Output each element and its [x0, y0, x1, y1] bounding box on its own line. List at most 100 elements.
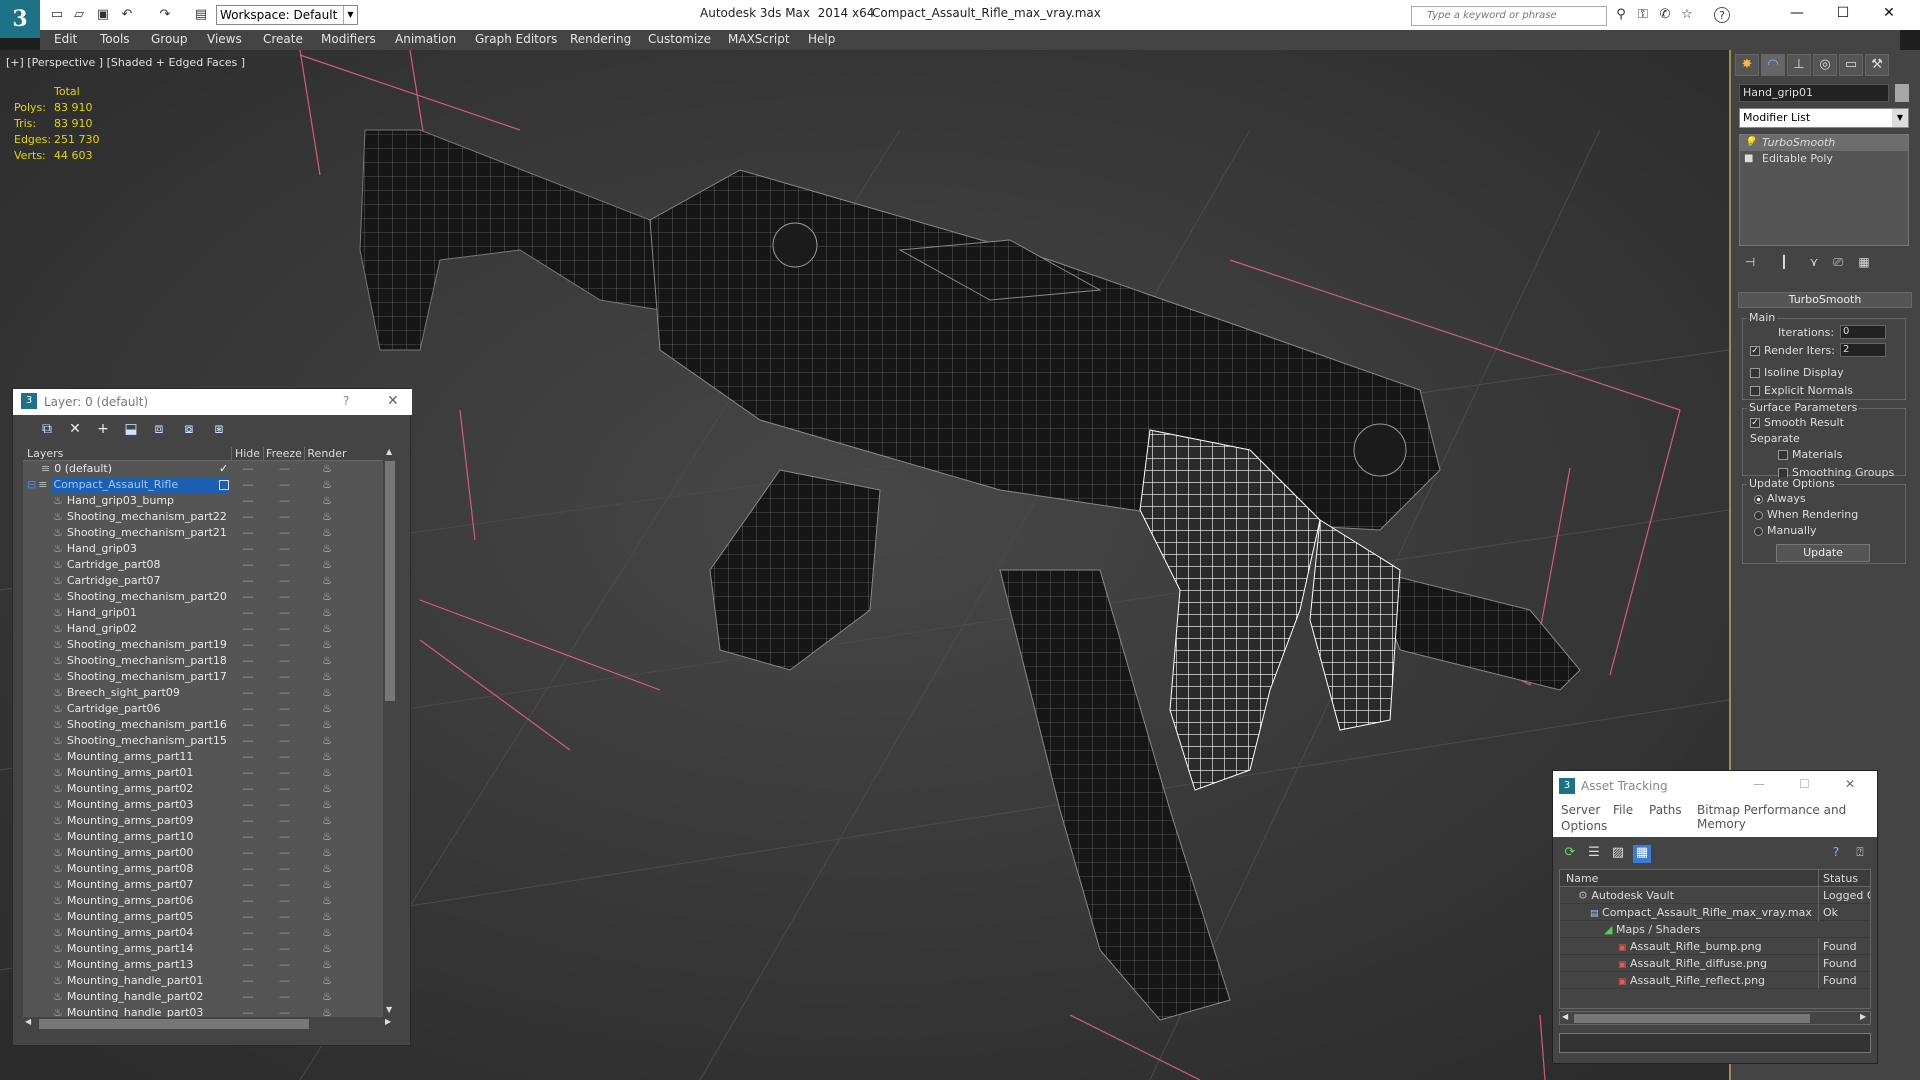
subscription-icon[interactable]: ⚿: [1634, 7, 1652, 25]
hide-toggle[interactable]: —: [232, 877, 264, 893]
hide-toggle[interactable]: —: [232, 525, 264, 541]
layer-object-row[interactable]: ♨ Mounting_arms_part07— — ♨: [23, 877, 394, 893]
save-file-icon[interactable]: ▣: [94, 6, 112, 24]
iterations-spinner[interactable]: 0: [1840, 325, 1886, 339]
open-file-icon[interactable]: ▱: [70, 6, 88, 24]
always-radio[interactable]: Always: [1754, 492, 1806, 505]
render-teapot-icon[interactable]: ♨: [305, 525, 349, 541]
menu-graph-editors[interactable]: Graph Editors: [475, 32, 557, 46]
asset-path-field[interactable]: [1559, 1033, 1871, 1053]
freeze-toggle[interactable]: —: [264, 989, 305, 1005]
scroll-right-icon[interactable]: ▶: [1860, 1012, 1866, 1021]
redo-icon[interactable]: ↷: [156, 6, 174, 24]
configure-sets-icon[interactable]: ▦: [1855, 255, 1873, 273]
render-teapot-icon[interactable]: ♨: [305, 701, 349, 717]
layer-object-row[interactable]: ♨ Shooting_mechanism_part20— — ♨: [23, 589, 394, 605]
layer-row-default[interactable]: ≡ 0 (default) ✓ — — ♨: [23, 461, 394, 477]
utilities-tab-icon[interactable]: ⚒: [1865, 54, 1889, 76]
hide-toggle[interactable]: —: [232, 621, 264, 637]
render-teapot-icon[interactable]: ♨: [305, 1005, 349, 1017]
make-unique-icon[interactable]: ⋎: [1805, 255, 1823, 273]
freeze-toggle[interactable]: —: [264, 493, 305, 509]
asset-row-diffuse[interactable]: ▣ Assault_Rifle_diffuse.png Found: [1560, 955, 1870, 972]
modifier-list-dropdown[interactable]: Modifier List ▼: [1739, 108, 1909, 128]
stack-item-turbosmooth[interactable]: 💡 TurboSmooth: [1740, 135, 1908, 151]
layer-object-row[interactable]: ♨ Mounting_arms_part05— — ♨: [23, 909, 394, 925]
hide-toggle[interactable]: —: [232, 829, 264, 845]
freeze-toggle[interactable]: —: [264, 701, 305, 717]
hide-toggle[interactable]: —: [232, 813, 264, 829]
refresh-icon[interactable]: ⟳: [1561, 845, 1579, 863]
render-teapot-icon[interactable]: ♨: [305, 621, 349, 637]
render-teapot-icon[interactable]: ♨: [305, 589, 349, 605]
layer-object-row[interactable]: ♨ Shooting_mechanism_part22— — ♨: [23, 509, 394, 525]
render-teapot-icon[interactable]: ♨: [305, 653, 349, 669]
hide-toggle[interactable]: —: [232, 893, 264, 909]
render-teapot-icon[interactable]: ♨: [305, 845, 349, 861]
hide-toggle[interactable]: —: [232, 589, 264, 605]
select-objects-icon[interactable]: ⬓: [121, 421, 141, 439]
layer-window-titlebar[interactable]: 3 Layer: 0 (default) ? ✕: [13, 389, 412, 415]
hide-toggle[interactable]: —: [232, 637, 264, 653]
asset-window-titlebar[interactable]: 3 Asset Tracking — ☐ ✕: [1553, 771, 1877, 801]
layer-object-row[interactable]: ♨ Shooting_mechanism_part19— — ♨: [23, 637, 394, 653]
layer-object-row[interactable]: ♨ Mounting_arms_part03— — ♨: [23, 797, 394, 813]
freeze-toggle[interactable]: —: [264, 909, 305, 925]
help-icon[interactable]: ?: [1714, 7, 1730, 23]
asset-horizontal-scrollbar[interactable]: ◀ ▶: [1559, 1011, 1871, 1025]
rollout-header[interactable]: TurboSmooth: [1738, 292, 1912, 308]
hide-toggle[interactable]: —: [232, 941, 264, 957]
render-teapot-icon[interactable]: ♨: [305, 941, 349, 957]
object-color-swatch[interactable]: [1895, 84, 1909, 102]
column-status[interactable]: Status: [1818, 870, 1870, 887]
hide-toggle[interactable]: —: [232, 509, 264, 525]
menu-file[interactable]: File: [1613, 803, 1633, 817]
freeze-toggle[interactable]: —: [264, 525, 305, 541]
hide-toggle[interactable]: —: [232, 765, 264, 781]
column-name[interactable]: Name: [1566, 870, 1598, 887]
close-button[interactable]: ✕: [1845, 777, 1855, 791]
render-teapot-icon[interactable]: ♨: [305, 557, 349, 573]
render-teapot-icon[interactable]: ♨: [305, 909, 349, 925]
layer-object-row[interactable]: ♨ Shooting_mechanism_part18— — ♨: [23, 653, 394, 669]
render-teapot-icon[interactable]: ♨: [305, 733, 349, 749]
hide-toggle[interactable]: —: [232, 957, 264, 973]
hierarchy-tab-icon[interactable]: ⊥: [1787, 54, 1811, 76]
render-teapot-icon[interactable]: ♨: [305, 605, 349, 621]
layer-object-row[interactable]: ♨ Hand_grip03_bump — — ♨: [23, 493, 394, 509]
binoculars-icon[interactable]: ⚲: [1612, 7, 1630, 25]
render-teapot-icon[interactable]: ♨: [305, 925, 349, 941]
layer-row-compact-assault-rifle[interactable]: ⊟ ≡ Compact_Assault_Rifle — — ♨: [23, 477, 394, 493]
highlight-layer-icon[interactable]: ⧈: [149, 421, 169, 439]
menu-tools[interactable]: Tools: [100, 32, 130, 46]
communication-icon[interactable]: ✆: [1656, 7, 1674, 25]
when-rendering-radio[interactable]: When Rendering: [1754, 508, 1858, 521]
object-name-field[interactable]: Hand_grip01: [1739, 84, 1889, 102]
viewport-label[interactable]: [+] [Perspective ] [Shaded + Edged Faces…: [6, 56, 245, 69]
add-to-layer-icon[interactable]: +: [93, 421, 113, 439]
layer-object-row[interactable]: ♨ Mounting_arms_part11— — ♨: [23, 749, 394, 765]
display-tab-icon[interactable]: ▭: [1839, 54, 1863, 76]
context-help-icon[interactable]: ⍰: [1851, 845, 1869, 863]
hide-toggle[interactable]: —: [232, 557, 264, 573]
freeze-toggle[interactable]: —: [264, 541, 305, 557]
layer-object-row[interactable]: ♨ Mounting_handle_part01— — ♨: [23, 973, 394, 989]
scroll-right-icon[interactable]: ▶: [385, 1017, 391, 1026]
expand-plus-icon[interactable]: ■: [1744, 151, 1753, 167]
asset-row-max-file[interactable]: ▤ Compact_Assault_Rifle_max_vray.max Ok: [1560, 904, 1870, 921]
hide-toggle[interactable]: —: [232, 573, 264, 589]
menu-options[interactable]: Options: [1561, 819, 1607, 833]
create-layer-icon[interactable]: ⧉: [37, 421, 57, 439]
hide-toggle[interactable]: —: [232, 605, 264, 621]
freeze-toggle[interactable]: —: [264, 1005, 305, 1017]
layer-object-row[interactable]: ♨ Mounting_arms_part00— — ♨: [23, 845, 394, 861]
layer-object-row[interactable]: ♨ Cartridge_part07— — ♨: [23, 573, 394, 589]
scroll-thumb[interactable]: [385, 461, 395, 701]
freeze-toggle[interactable]: —: [264, 845, 305, 861]
active-check-icon[interactable]: ✓: [219, 461, 228, 477]
render-teapot-icon[interactable]: ♨: [305, 861, 349, 877]
hide-toggle[interactable]: —: [232, 685, 264, 701]
render-teapot-icon[interactable]: ♨: [305, 509, 349, 525]
hide-toggle[interactable]: —: [232, 989, 264, 1005]
close-icon[interactable]: ✕: [387, 393, 399, 409]
